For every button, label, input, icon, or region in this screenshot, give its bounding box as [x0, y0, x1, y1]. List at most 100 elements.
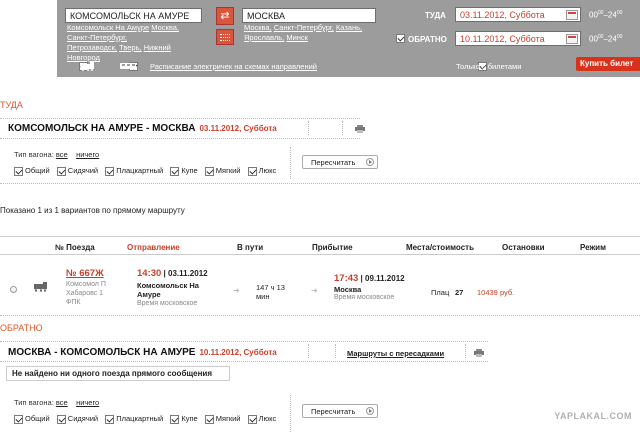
wagon-checkbox-coupe[interactable]	[170, 414, 180, 424]
watermark: YAPLAKAL.COM	[554, 411, 632, 421]
col-arrival[interactable]: Прибытие	[312, 243, 353, 252]
swap-stations-icon[interactable]: ⇄	[216, 7, 234, 25]
arrival-timezone: Время московское	[334, 294, 395, 301]
col-on-the-way[interactable]: В пути	[237, 243, 263, 252]
time-to: 24	[607, 34, 617, 44]
schedule-link-text[interactable]: Расписание электричек на схемах направле…	[150, 62, 317, 71]
from-station-input[interactable]: КОМСОМОЛЬСК НА АМУРЕ	[65, 8, 202, 23]
wagon-label: Купе	[181, 414, 198, 423]
from-suggestion[interactable]: Москва,	[151, 23, 179, 32]
wagon-checkbox-seated[interactable]	[56, 166, 66, 176]
from-suggestion[interactable]: Новгород	[67, 53, 100, 62]
table-top-border	[0, 236, 640, 237]
print-icon[interactable]	[474, 349, 484, 357]
there-date-input[interactable]: 03.11.2012, Суббота	[455, 7, 581, 22]
divider	[308, 121, 309, 135]
train-number-link[interactable]: № 667Ж	[66, 268, 104, 279]
return-section-label: ОБРАТНО	[0, 323, 43, 333]
wagon-checkbox-seated[interactable]	[56, 414, 66, 424]
wagon-checkbox-general[interactable]	[14, 166, 23, 176]
dep-date: | 03.11.2012	[163, 269, 208, 278]
search-panel: КОМСОМОЛЬСК НА АМУРЕ Комсомольск На Амур…	[57, 0, 640, 77]
to-station-input[interactable]: МОСКВА	[242, 8, 376, 23]
arrow-right-icon: ➜	[233, 286, 240, 295]
print-icon[interactable]	[355, 125, 365, 133]
select-none-link[interactable]: ничего	[76, 398, 99, 407]
col-seats-price[interactable]: Места/стоимость	[406, 243, 474, 252]
to-suggestion[interactable]: Минск	[286, 33, 308, 42]
to-suggestion[interactable]: Ярославль,	[244, 33, 284, 42]
arrival-time: 17:43 | 09.11.2012	[334, 273, 405, 284]
col-train-number[interactable]: № Поезда	[55, 243, 95, 252]
wagon-label: Сидячий	[67, 166, 99, 175]
train-desc: ФПК	[66, 299, 81, 306]
arr-time: 17:43	[334, 273, 359, 284]
divider	[0, 138, 360, 139]
return-checkbox[interactable]	[396, 34, 405, 44]
time-sup: 00	[616, 34, 623, 40]
divider	[308, 344, 309, 358]
col-mode[interactable]: Режим	[580, 243, 606, 252]
time-to: 24	[607, 10, 617, 20]
duration: мин	[256, 292, 270, 301]
from-suggestion[interactable]: Петрозаводск,	[67, 43, 117, 52]
wagon-checkbox-coupe[interactable]	[170, 166, 180, 176]
buy-ticket-button[interactable]: Купить билет	[576, 57, 640, 71]
seat-count: 27	[455, 288, 464, 297]
transfers-link[interactable]: Маршруты с пересадками	[347, 349, 444, 358]
wagon-label: Общий	[25, 414, 50, 423]
suburban-train-icon	[120, 63, 136, 69]
keyboard-icon[interactable]	[216, 29, 234, 45]
time-from: 00	[589, 34, 598, 44]
to-suggestion[interactable]: Санкт-Петербург,	[274, 23, 334, 32]
from-suggestion[interactable]: Санкт-Петербург,	[67, 33, 127, 42]
col-stops[interactable]: Остановки	[502, 243, 545, 252]
divider	[290, 395, 291, 432]
price[interactable]: 10439 руб.	[477, 288, 514, 297]
route-date: 10.11.2012, Суббота	[199, 348, 277, 357]
table-header-border	[0, 254, 640, 255]
from-suggestion[interactable]: Тверь,	[119, 43, 142, 52]
select-none-link[interactable]: ничего	[76, 150, 99, 159]
travel-duration: 147 ч 13 мин	[256, 283, 285, 301]
select-train-radio[interactable]	[10, 286, 17, 293]
arrow-right-icon	[366, 158, 374, 166]
wagon-checkbox-soft[interactable]	[204, 414, 214, 424]
select-all-link[interactable]: все	[56, 398, 68, 407]
wagon-checkbox-soft[interactable]	[204, 166, 214, 176]
calendar-icon[interactable]	[566, 34, 578, 44]
train-desc: Хабаровс 1	[66, 290, 104, 297]
wagon-checkbox-platzkart[interactable]	[105, 414, 115, 424]
seat-type: Плац	[431, 288, 450, 297]
arrival-station: Москва	[334, 285, 362, 294]
dep-time: 14:30	[137, 268, 162, 279]
recalculate-button[interactable]: Пересчитать	[302, 155, 378, 169]
back-time-range[interactable]: 0000–2400	[589, 34, 622, 44]
wagon-checkboxes: Общий Сидячий Плацкартный Купе Мягкий Лю…	[14, 166, 281, 176]
wagon-checkbox-lux[interactable]	[247, 166, 257, 176]
calendar-icon[interactable]	[566, 10, 578, 20]
to-suggestion[interactable]: Москва,	[244, 23, 272, 32]
back-date-input[interactable]: 10.11.2012, Суббота	[455, 31, 581, 46]
to-suggestion[interactable]: Казань,	[336, 23, 362, 32]
from-suggestion[interactable]: Комсомольск На Амуре	[67, 23, 149, 32]
arrow-right-icon: ➜	[311, 286, 318, 295]
wagon-label: Сидячий	[67, 414, 99, 423]
from-suggestion[interactable]: Нижний	[144, 43, 171, 52]
only-with-tickets-label: Только с билетами	[456, 62, 522, 71]
return-route-title: МОСКВА - КОМСОМОЛЬСК НА АМУРЕ 10.11.2012,…	[8, 347, 277, 358]
arr-date: | 09.11.2012	[360, 274, 405, 283]
wagon-checkbox-platzkart[interactable]	[105, 166, 115, 176]
time-from: 00	[589, 10, 598, 20]
divider	[335, 344, 336, 358]
wagon-checkbox-lux[interactable]	[247, 414, 257, 424]
recalculate-button[interactable]: Пересчитать	[302, 404, 378, 418]
train-description: Комсомол П Хабаровс 1 ФПК	[66, 280, 106, 307]
divider	[290, 147, 291, 179]
col-departure[interactable]: Отправление	[127, 243, 180, 252]
there-time-range[interactable]: 0000–2400	[589, 10, 622, 20]
wagon-checkbox-general[interactable]	[14, 414, 23, 424]
wagon-label: Мягкий	[215, 166, 241, 175]
schedule-link[interactable]: Расписание электричек на схемах направле…	[150, 62, 317, 72]
select-all-link[interactable]: все	[56, 150, 68, 159]
